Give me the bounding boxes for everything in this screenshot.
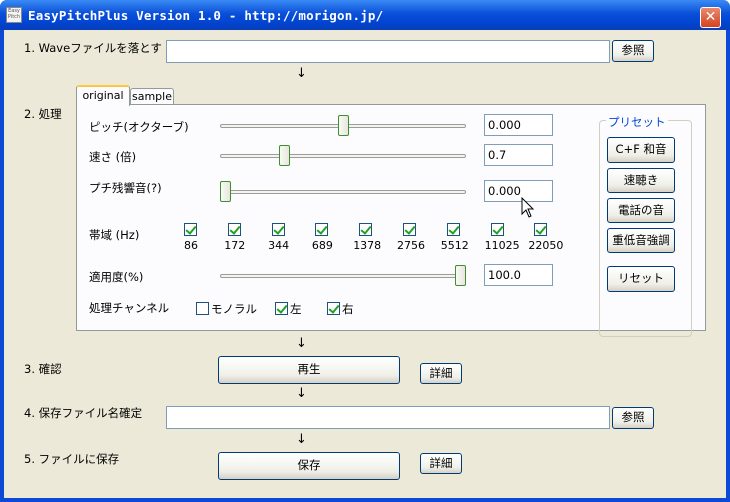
output-file-field[interactable] [166,406,610,429]
flow-arrow: ↓ [296,432,307,447]
band-checkbox[interactable] [184,223,197,236]
client-area: 1. Waveファイルを落とす 参照 ↓ 2. 処理 original samp… [4,30,726,498]
flow-arrow: ↓ [296,386,307,401]
play-button[interactable]: 再生 [218,356,400,384]
input-file-field[interactable] [166,40,610,63]
play-detail-button[interactable]: 詳細 [420,363,462,384]
band-frequency-label: 86 [184,239,198,252]
preset-chord-button[interactable]: C+F 和音 [607,137,675,163]
title-bar[interactable]: Easy Pitch EasyPitchPlus Version 1.0 - h… [0,0,730,30]
right-channel-label: 右 [342,302,354,316]
browse-input-button[interactable]: 参照 [612,40,654,62]
preset-fast-listen-button[interactable]: 速聴き [607,168,675,193]
close-button[interactable]: ✕ [700,7,721,28]
flow-arrow: ↓ [296,66,307,81]
pitch-label: ピッチ(オクターブ) [89,120,189,134]
step4-label: 4. 保存ファイル名確定 [24,406,143,420]
band-checkbox[interactable] [359,223,373,236]
band-frequency-label: 2756 [397,239,425,252]
band-frequency-label: 11025 [484,239,520,252]
speed-slider-track[interactable] [220,154,466,158]
apply-label: 適用度(%) [89,270,144,284]
left-channel-checkbox[interactable] [275,302,288,315]
apply-slider-track[interactable] [220,274,466,278]
preset-reset-button[interactable]: リセット [607,266,675,292]
band-checkbox[interactable] [534,223,548,236]
band-label: 帯域 (Hz) [89,228,140,242]
band-checkbox[interactable] [271,223,285,236]
noise-label: プチ残響音(?) [89,181,162,195]
app-window: Easy Pitch EasyPitchPlus Version 1.0 - h… [0,0,730,502]
preset-bass-boost-button[interactable]: 重低音強調 [607,228,675,253]
noise-slider-thumb[interactable] [220,181,231,202]
band-frequency-label: 5512 [440,239,469,252]
noise-slider-track[interactable] [220,190,466,194]
noise-value-field[interactable]: 0.000 [484,180,553,202]
browse-output-button[interactable]: 参照 [612,407,654,429]
apply-value-field[interactable]: 100.0 [484,264,553,286]
app-icon: Easy Pitch [6,7,22,23]
step3-label: 3. 確認 [24,362,62,376]
speed-label: 速さ (倍) [89,150,137,164]
band-frequency-label: 22050 [528,239,564,252]
step2-label: 2. 処理 [24,107,62,121]
mouse-cursor-icon [521,197,535,218]
pitch-slider-thumb[interactable] [337,115,349,136]
save-button[interactable]: 保存 [218,452,400,480]
tab-original[interactable]: original [76,85,130,106]
channel-label: 処理チャンネル [89,301,170,315]
band-checkbox[interactable] [315,223,329,236]
band-checkbox[interactable] [227,223,241,236]
tab-sample[interactable]: sample [130,88,174,105]
band-frequency-label: 689 [311,239,333,252]
mono-label: モノラル [211,302,257,316]
left-channel-label: 左 [290,302,302,316]
band-checkbox[interactable] [403,223,416,236]
speed-slider-thumb[interactable] [278,145,290,166]
window-title: EasyPitchPlus Version 1.0 - http://morig… [28,8,384,23]
preset-title: プリセット [606,114,668,130]
mono-checkbox[interactable] [196,302,209,315]
step5-label: 5. ファイルに保存 [24,452,120,466]
flow-arrow: ↓ [296,336,307,351]
band-frequency-label: 172 [224,239,246,252]
step1-label: 1. Waveファイルを落とす [24,41,162,55]
pitch-value-field[interactable]: 0.000 [484,114,553,136]
band-frequency-label: 344 [268,239,290,252]
right-channel-checkbox[interactable] [327,302,340,315]
band-checkbox[interactable] [490,223,504,236]
band-frequency-label: 1378 [353,239,382,252]
band-checkbox[interactable] [446,223,460,236]
save-detail-button[interactable]: 詳細 [420,453,462,474]
apply-slider-thumb[interactable] [455,265,466,286]
speed-value-field[interactable]: 0.7 [484,144,553,166]
preset-telephone-button[interactable]: 電話の音 [607,198,675,223]
